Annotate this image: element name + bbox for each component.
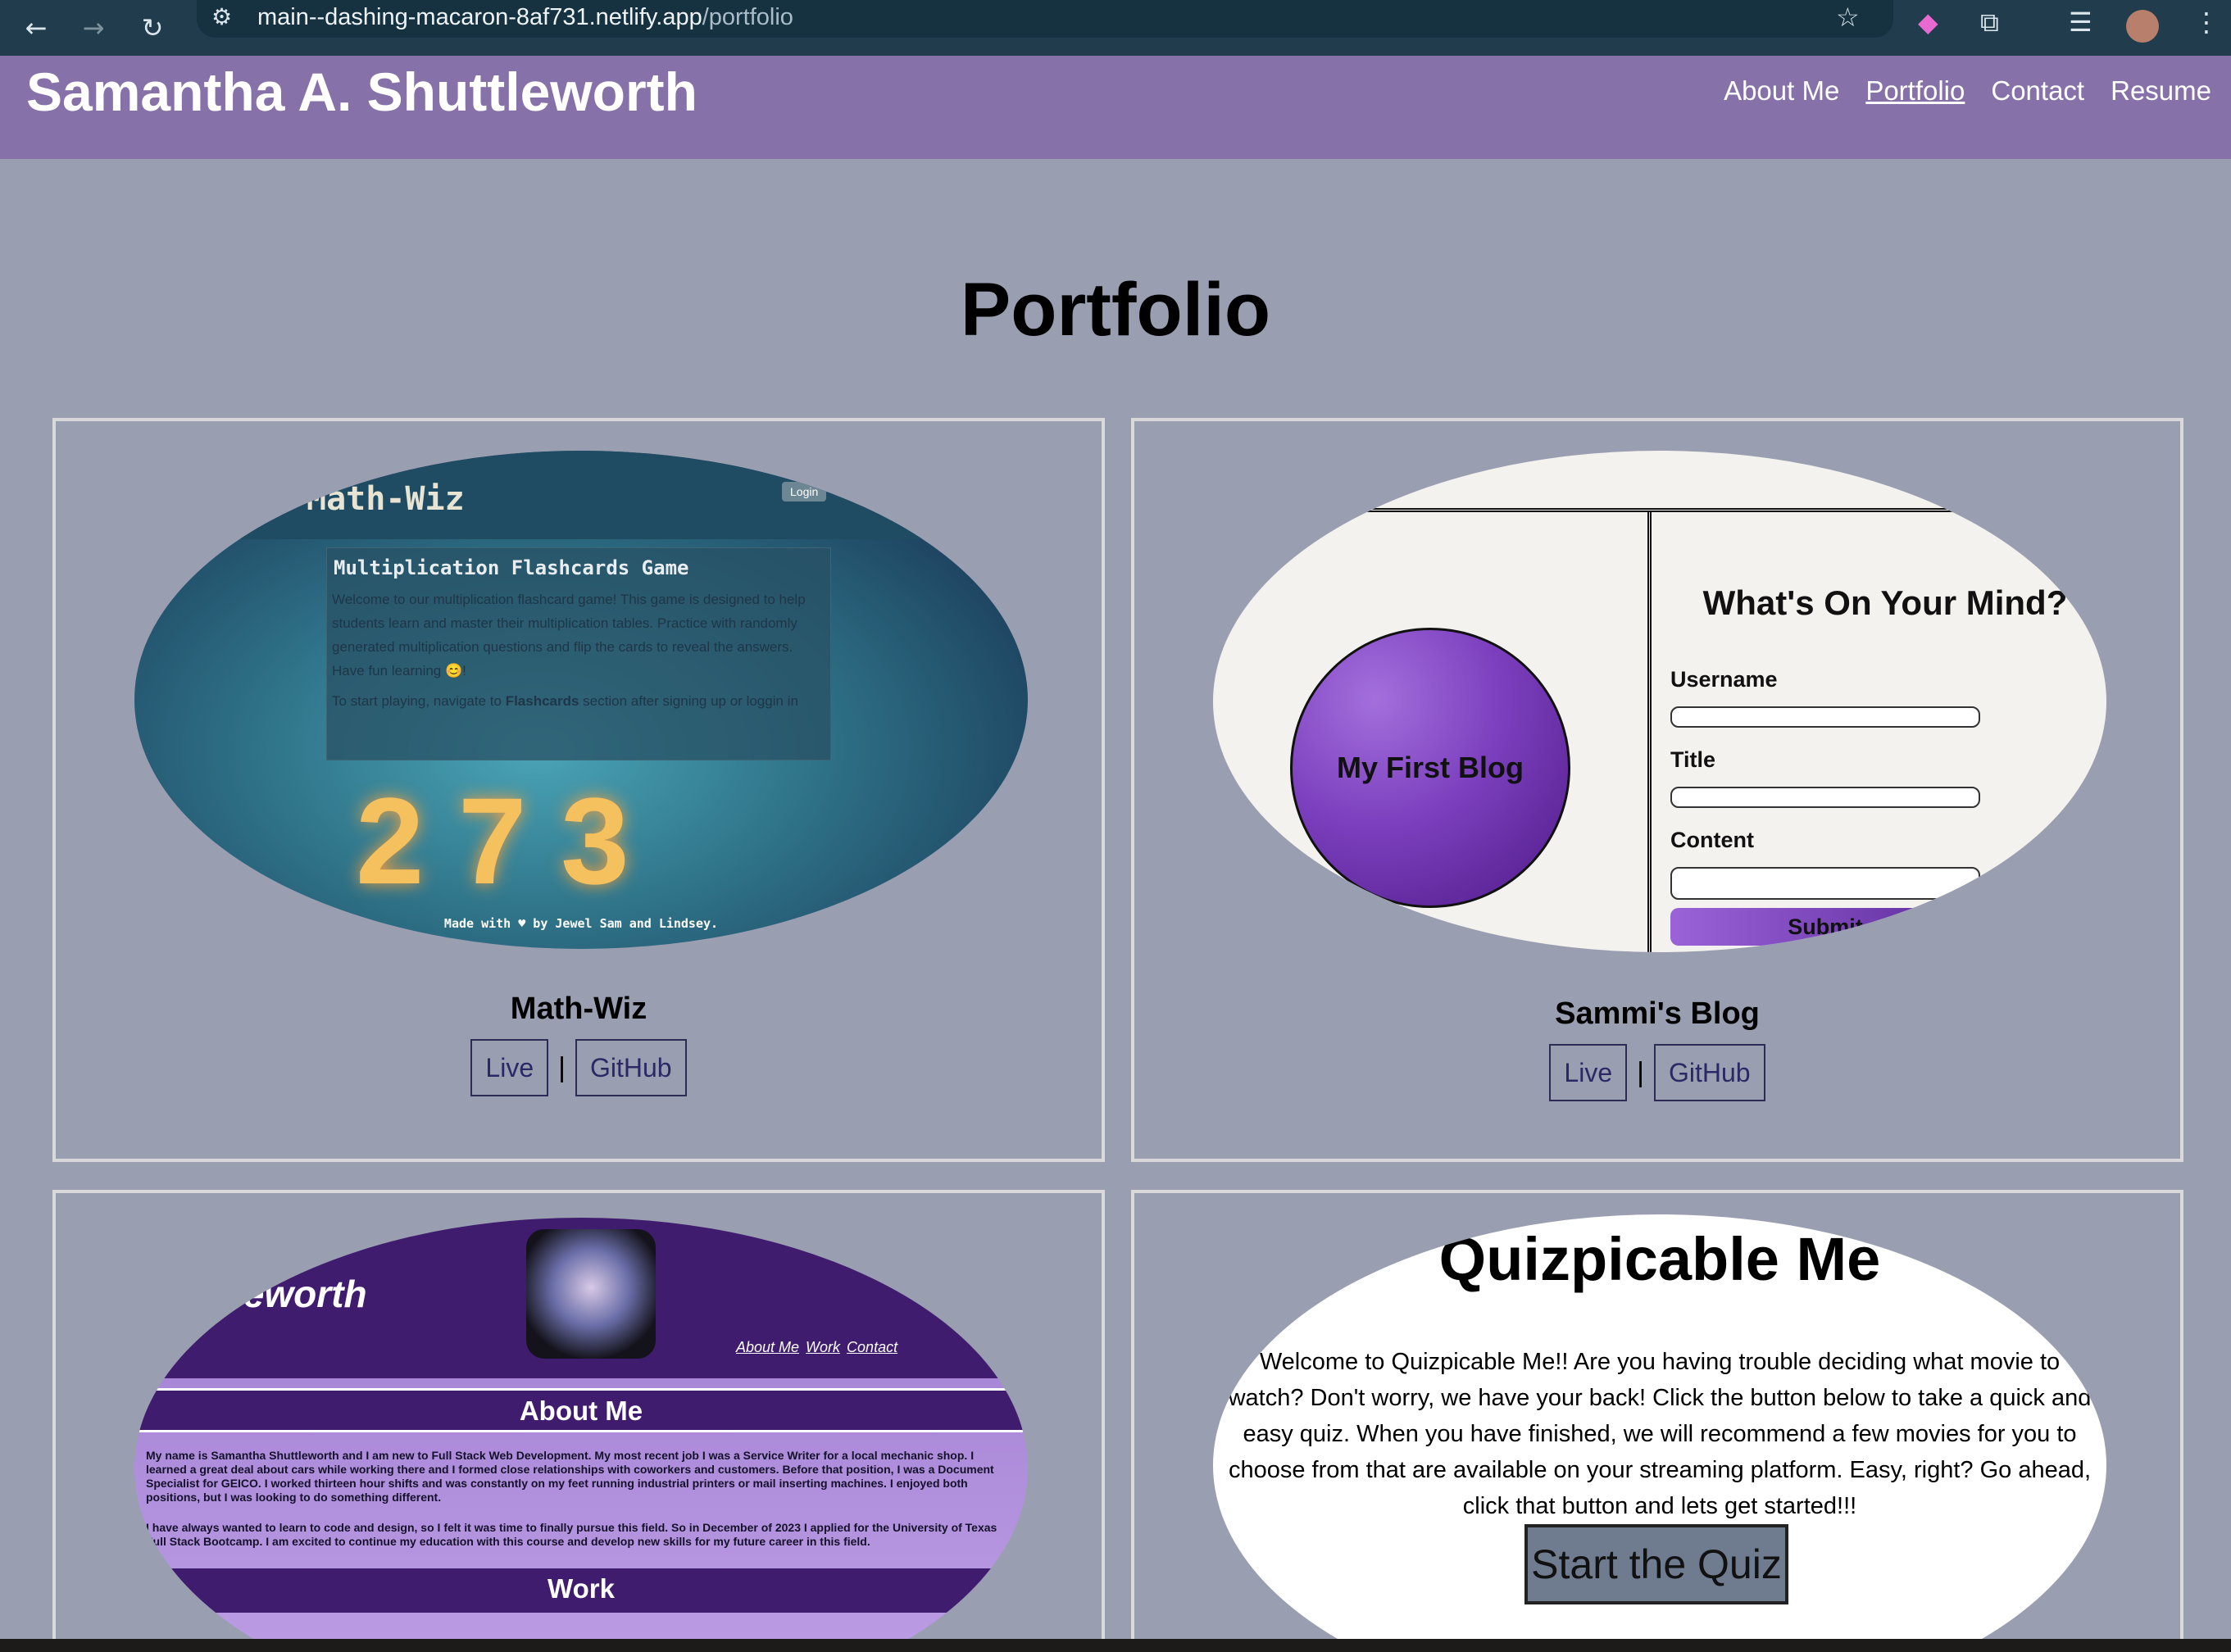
preview-text-2: To start playing, navigate to Flashcards… bbox=[332, 693, 798, 709]
blog-submit-button: Submit bbox=[1670, 908, 1980, 946]
project-links: Live | GitHub bbox=[56, 1039, 1102, 1096]
preview-name: leworth bbox=[233, 1273, 367, 1315]
quiz-preview[interactable]: Quizpicable Me Welcome to Quizpicable Me… bbox=[1213, 1214, 2106, 1645]
url-text[interactable]: main--dashing-macaron-8af731.netlify.app… bbox=[257, 4, 793, 31]
profile-avatar[interactable] bbox=[2126, 10, 2159, 43]
live-link[interactable]: Live bbox=[470, 1039, 549, 1096]
site-title: Samantha A. Shuttleworth bbox=[26, 61, 697, 122]
site-header: Samantha A. Shuttleworth About Me Portfo… bbox=[0, 56, 2231, 159]
github-link[interactable]: GitHub bbox=[575, 1039, 687, 1096]
browser-toolbar: ← → ↻ ⚙ main--dashing-macaron-8af731.net… bbox=[0, 0, 2231, 56]
project-title: Sammi's Blog bbox=[1555, 996, 1760, 1031]
nav-about-me[interactable]: About Me bbox=[1724, 75, 1839, 107]
project-title: Math-Wiz bbox=[510, 992, 647, 1026]
nav-portfolio[interactable]: Portfolio bbox=[1865, 75, 1965, 107]
blog-content-input bbox=[1670, 867, 1980, 900]
quiz-intro-text: Welcome to Quizpicable Me!! Are you havi… bbox=[1228, 1349, 2092, 1519]
preview-login: Login bbox=[782, 482, 827, 502]
media-queue-icon[interactable]: ☰ bbox=[2069, 7, 2092, 38]
blog-circle: My First Blog bbox=[1290, 628, 1570, 908]
start-quiz-button: Start the Quiz bbox=[1524, 1524, 1788, 1604]
project-card-quizpicable-me: Quizpicable Me Welcome to Quizpicable Me… bbox=[1131, 1190, 2183, 1649]
project-card-portfolio: leworth About Me Work Contact About Me M… bbox=[52, 1190, 1105, 1649]
blog-circle-text: My First Blog bbox=[1336, 751, 1524, 784]
preview-app-name: Math-Wiz bbox=[307, 480, 465, 518]
portfolio-preview[interactable]: leworth About Me Work Contact About Me M… bbox=[134, 1218, 1028, 1645]
main-content: Portfolio Math-Wiz Login Multiplication … bbox=[0, 159, 2231, 1649]
preview-panel: Multiplication Flashcards Game Welcome t… bbox=[326, 547, 831, 760]
link-separator: | bbox=[1637, 1056, 1644, 1088]
project-links: Live | GitHub bbox=[1134, 1044, 2180, 1101]
quiz-heading: Quizpicable Me bbox=[1438, 1225, 1881, 1293]
extension-icon[interactable]: ◆ bbox=[1918, 7, 1938, 38]
site-settings-icon[interactable]: ⚙ bbox=[211, 3, 232, 30]
live-link[interactable]: Live bbox=[1549, 1044, 1628, 1101]
blog-form-heading: What's On Your Mind? bbox=[1702, 583, 2068, 622]
blog-preview[interactable]: My First Blog What's On Your Mind? Usern… bbox=[1213, 451, 2106, 952]
extensions-puzzle-icon[interactable]: ⧉ bbox=[1980, 7, 1999, 39]
preview-about-text-2: I have always wanted to learn to code an… bbox=[146, 1521, 997, 1548]
blog-title-input bbox=[1670, 787, 1980, 808]
github-link[interactable]: GitHub bbox=[1653, 1044, 1765, 1101]
math-wiz-preview[interactable]: Math-Wiz Login Multiplication Flashcards… bbox=[134, 451, 1028, 949]
nav-resume[interactable]: Resume bbox=[2111, 75, 2211, 107]
back-arrow-icon[interactable]: ← bbox=[20, 11, 52, 44]
decorative-numbers: 2 7 3 bbox=[356, 772, 629, 910]
blog-title-label: Title bbox=[1670, 747, 1716, 772]
page-title: Portfolio bbox=[960, 268, 1271, 352]
blog-content-label: Content bbox=[1670, 828, 1754, 852]
preview-about-heading: About Me bbox=[134, 1388, 1028, 1432]
site-nav: About Me Portfolio Contact Resume bbox=[1724, 75, 2211, 107]
address-bar[interactable]: ⚙ main--dashing-macaron-8af731.netlify.a… bbox=[197, 0, 1893, 38]
preview-nav-work: Work bbox=[806, 1339, 841, 1355]
os-taskbar bbox=[0, 1639, 2231, 1652]
project-card-math-wiz: Math-Wiz Login Multiplication Flashcards… bbox=[52, 418, 1105, 1162]
preview-text: Welcome to our multiplication flashcard … bbox=[332, 592, 806, 678]
preview-heading: Multiplication Flashcards Game bbox=[334, 556, 689, 579]
link-separator: | bbox=[558, 1051, 566, 1083]
blog-username-input bbox=[1670, 706, 1980, 728]
forward-arrow-icon[interactable]: → bbox=[77, 11, 110, 44]
preview-work-heading: Work bbox=[134, 1568, 1028, 1613]
preview-nav-about: About Me bbox=[736, 1339, 800, 1355]
preview-nav: About Me Work Contact bbox=[736, 1339, 897, 1356]
project-card-sammis-blog: My First Blog What's On Your Mind? Usern… bbox=[1131, 418, 2183, 1162]
skull-avatar bbox=[526, 1229, 656, 1359]
more-menu-icon[interactable]: ⋮ bbox=[2193, 7, 2220, 38]
reload-icon[interactable]: ↻ bbox=[136, 11, 169, 44]
bookmark-star-icon[interactable]: ☆ bbox=[1836, 2, 1860, 33]
preview-footer: Made with ♥ by Jewel Sam and Lindsey. bbox=[443, 916, 719, 931]
blog-username-label: Username bbox=[1670, 667, 1778, 692]
preview-about-text: My name is Samantha Shuttleworth and I a… bbox=[146, 1449, 994, 1504]
preview-nav-contact: Contact bbox=[847, 1339, 898, 1355]
nav-contact[interactable]: Contact bbox=[1991, 75, 2084, 107]
